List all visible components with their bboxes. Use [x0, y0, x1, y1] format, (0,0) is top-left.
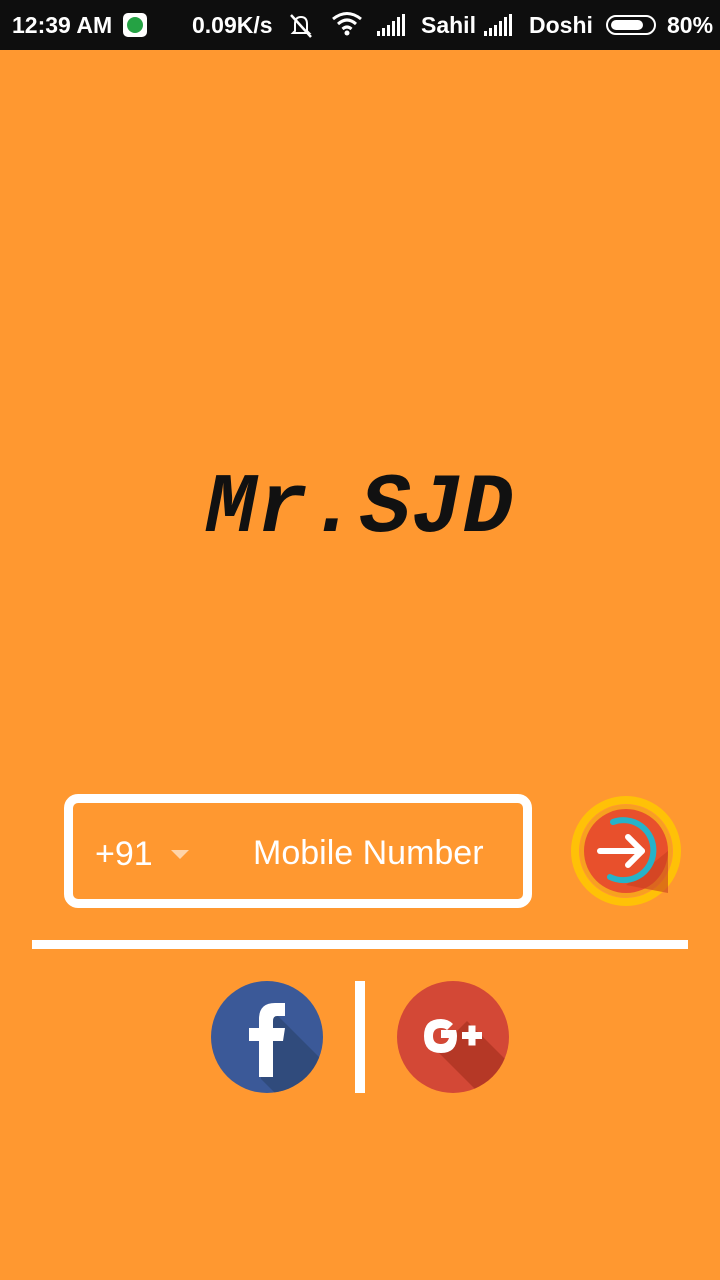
- network-speed: 0.09K/s: [192, 12, 273, 38]
- signal-icon: [377, 14, 405, 36]
- carrier-2: Doshi: [529, 12, 593, 38]
- country-code-selector[interactable]: +91: [95, 835, 153, 874]
- phone-entry: +91: [64, 794, 532, 908]
- google-plus-login-button[interactable]: [397, 981, 509, 1093]
- battery-level: [611, 20, 643, 30]
- mobile-number-input[interactable]: [253, 829, 513, 877]
- chevron-down-icon[interactable]: [171, 850, 189, 859]
- app-logo: Mr.SJD: [205, 462, 515, 557]
- status-time: 12:39 AM: [12, 12, 113, 38]
- battery-percent: 80%: [667, 12, 714, 38]
- submit-button[interactable]: [570, 795, 682, 907]
- mute-icon: [290, 14, 312, 38]
- carrier-1: Sahil: [421, 12, 476, 38]
- social-divider: [355, 981, 365, 1093]
- wifi-icon: [332, 12, 362, 36]
- status-bar: 12:39 AM 0.09K/s Sahil Doshi 80%: [0, 0, 720, 50]
- battery-icon: [606, 15, 656, 35]
- divider: [32, 940, 688, 949]
- signal-icon: [484, 14, 512, 36]
- whatsapp-icon: [123, 13, 147, 37]
- facebook-login-button[interactable]: [211, 981, 323, 1093]
